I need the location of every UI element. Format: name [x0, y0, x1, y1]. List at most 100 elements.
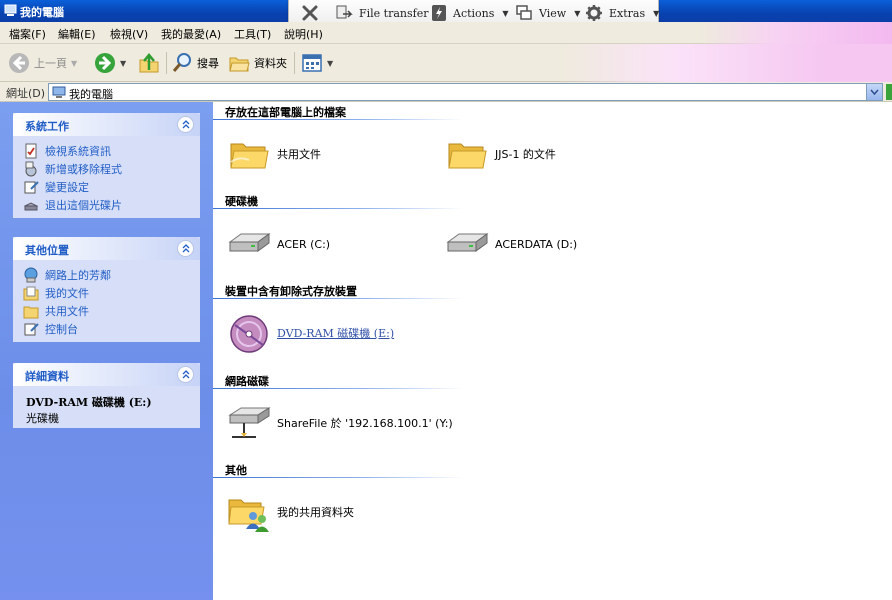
group-header: 其他	[225, 464, 247, 477]
item-shared-folder[interactable]: 我的共用資料夾	[227, 492, 354, 532]
system-info-icon	[25, 143, 37, 159]
my-documents-icon	[23, 286, 39, 301]
folders-button[interactable]: 資料夾	[228, 51, 287, 75]
system-tasks-panel: 系統工作 檢視系統資訊 新增或移除程式 變更設定 退出這個光碟片	[13, 113, 200, 218]
search-label: 搜尋	[197, 57, 219, 70]
collapse-button[interactable]	[177, 116, 194, 133]
task-change-settings[interactable]: 變更設定	[23, 178, 200, 196]
menu-edit[interactable]: 編輯(E)	[58, 26, 96, 42]
panel-title: 其他位置	[25, 244, 69, 257]
collapse-button[interactable]	[177, 240, 194, 257]
back-label: 上一頁	[34, 57, 67, 70]
menu-tools[interactable]: 工具(T)	[234, 26, 271, 42]
folder-icon	[448, 143, 487, 169]
group-divider	[213, 388, 463, 389]
forward-arrow-icon	[95, 53, 115, 73]
task-label: 檢視系統資訊	[45, 145, 111, 158]
chevron-down-icon: ▼	[327, 58, 334, 68]
menu-view[interactable]: 檢視(V)	[110, 26, 148, 42]
network-icon	[24, 267, 38, 283]
item-user-documents[interactable]: JJS-1 的文件	[445, 134, 556, 174]
rendering-artifact	[700, 22, 892, 44]
actions-menu[interactable]: Actions ▼	[431, 4, 509, 22]
back-button[interactable]: 上一頁 ▼	[8, 51, 77, 75]
group-header: 裝置中含有卸除式存放裝置	[225, 285, 357, 298]
shared-folder-users-icon	[228, 499, 269, 532]
go-button[interactable]	[886, 84, 892, 100]
extras-menu[interactable]: Extras ▼	[585, 4, 659, 22]
up-folder-button[interactable]	[138, 51, 160, 75]
item-network-drive[interactable]: ShareFile 於 '192.168.100.1' (Y:)	[227, 403, 453, 443]
file-transfer-button[interactable]: File transfer	[335, 4, 428, 22]
hard-drive-icon	[228, 233, 271, 252]
address-value: 我的電腦	[69, 88, 113, 101]
menu-help[interactable]: 說明(H)	[284, 26, 323, 42]
my-computer-icon	[52, 86, 66, 98]
task-label: 變更設定	[45, 181, 89, 194]
group-divider	[213, 119, 463, 120]
folders-icon	[229, 57, 250, 72]
panel-title: 系統工作	[25, 120, 69, 133]
address-input[interactable]: 我的電腦	[48, 83, 883, 101]
chevron-down-icon: ▼	[120, 58, 127, 68]
place-control-panel[interactable]: 控制台	[23, 320, 200, 338]
place-network-neighborhood[interactable]: 網路上的芳鄰	[23, 266, 200, 284]
add-remove-programs-icon	[25, 161, 37, 177]
place-label: 網路上的芳鄰	[45, 269, 111, 282]
group-header: 硬碟機	[225, 195, 258, 208]
back-arrow-icon	[9, 53, 29, 73]
item-label: ShareFile 於 '192.168.100.1' (Y:)	[277, 417, 453, 430]
panel-header[interactable]: 詳細資料	[13, 363, 200, 386]
other-places-panel: 其他位置 網路上的芳鄰 我的文件 共用文件 控制台	[13, 237, 200, 342]
toolbar: 上一頁 ▼ ▼ 搜尋 資料夾 ▼	[0, 44, 892, 82]
my-computer-icon	[4, 4, 17, 16]
gear-icon	[586, 5, 602, 21]
menu-file[interactable]: 檔案(F)	[9, 26, 46, 42]
chevron-down-icon: ▼	[502, 8, 509, 18]
double-chevron-up-icon	[182, 244, 190, 253]
item-shared-documents[interactable]: 共用文件	[227, 134, 321, 174]
panel-header[interactable]: 系統工作	[13, 113, 200, 136]
file-transfer-icon	[336, 5, 353, 19]
place-my-documents[interactable]: 我的文件	[23, 284, 200, 302]
double-chevron-up-icon	[182, 370, 190, 379]
task-add-remove-programs[interactable]: 新增或移除程式	[23, 160, 200, 178]
place-label: 共用文件	[45, 305, 89, 318]
view-menu[interactable]: View ▼	[515, 4, 580, 22]
eject-disc-icon	[23, 202, 39, 211]
menu-favorites[interactable]: 我的最愛(A)	[161, 26, 221, 42]
item-drive-d[interactable]: ACERDATA (D:)	[445, 224, 577, 264]
address-label: 網址(D)	[6, 87, 46, 100]
item-label: 我的共用資料夾	[277, 506, 354, 519]
collapse-button[interactable]	[177, 366, 194, 383]
detail-item-type: 光碟機	[26, 412, 59, 425]
window-title: 我的電腦	[20, 6, 64, 19]
address-dropdown-button[interactable]	[866, 84, 882, 100]
item-dvd-drive[interactable]: DVD-RAM 磁碟機 (E:)	[227, 313, 395, 353]
task-view-system-info[interactable]: 檢視系統資訊	[23, 142, 200, 160]
group-divider	[213, 298, 463, 299]
group-divider	[213, 477, 463, 478]
forward-button[interactable]: ▼	[94, 51, 126, 75]
place-label: 我的文件	[45, 287, 89, 300]
detail-item-name: DVD-RAM 磁碟機 (E:)	[26, 396, 152, 409]
panel-title: 詳細資料	[25, 370, 69, 383]
item-label: 共用文件	[277, 148, 321, 161]
item-drive-c[interactable]: ACER (C:)	[227, 224, 330, 264]
search-button[interactable]: 搜尋	[171, 51, 219, 75]
panel-header[interactable]: 其他位置	[13, 237, 200, 260]
up-folder-icon	[139, 53, 159, 73]
group-divider	[213, 208, 463, 209]
place-shared-documents[interactable]: 共用文件	[23, 302, 200, 320]
views-button[interactable]: ▼	[301, 51, 333, 75]
menu-bar: 檔案(F) 編輯(E) 檢視(V) 我的最愛(A) 工具(T) 說明(H)	[0, 22, 892, 44]
close-icon	[302, 5, 318, 21]
item-label: ACER (C:)	[277, 237, 331, 251]
shared-folder-icon	[23, 306, 39, 319]
chevron-down-icon: ▼	[653, 8, 660, 18]
hard-drive-icon	[446, 233, 489, 252]
close-button[interactable]	[301, 4, 319, 22]
extras-label: Extras	[609, 6, 646, 20]
chevron-down-icon	[870, 89, 879, 95]
task-eject-disc[interactable]: 退出這個光碟片	[23, 196, 200, 214]
